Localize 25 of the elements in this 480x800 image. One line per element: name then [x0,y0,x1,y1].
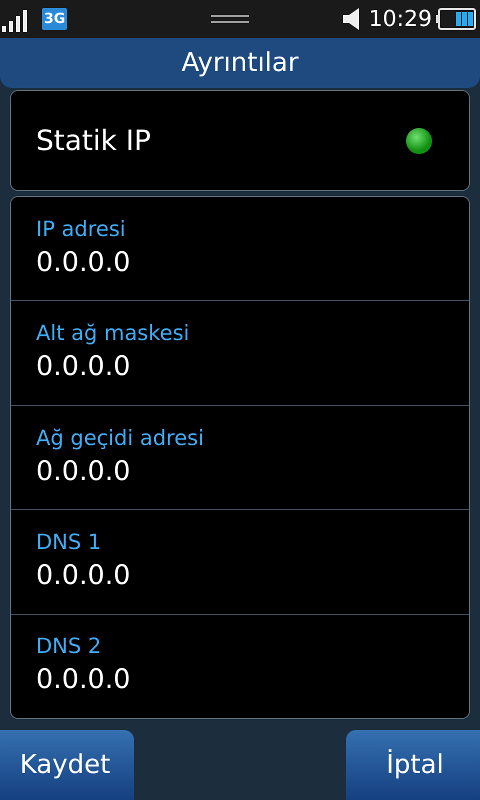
field-row[interactable]: DNS 1 0.0.0.0 [11,510,469,615]
field-label: DNS 2 [36,633,102,660]
battery-icon [436,8,476,30]
field-label: IP adresi [36,216,127,243]
field-row[interactable]: Alt ağ maskesi 0.0.0.0 [11,301,469,406]
field-label: Alt ağ maskesi [36,320,190,348]
static-ip-label: Statik IP [36,122,151,158]
field-row[interactable]: Ağ geçidi adresi 0.0.0.0 [11,406,469,510]
static-ip-row[interactable]: Statik IP [10,90,470,191]
field-value: 0.0.0.0 [36,350,132,384]
cancel-button[interactable]: İptal [346,730,480,800]
field-value: 0.0.0.0 [36,454,132,489]
speaker-icon [342,8,361,30]
save-button[interactable]: Kaydet [0,730,134,800]
drag-handle-icon[interactable] [211,15,250,23]
field-row[interactable]: DNS 2 0.0.0.0 [11,614,469,718]
field-value: 0.0.0.0 [36,558,132,593]
clock-time: 10:29 [368,6,432,34]
screen-title: Ayrıntılar [181,46,299,80]
field-value: 0.0.0.0 [36,663,132,698]
field-label: Ağ geçidi adresi [36,424,205,452]
field-value: 0.0.0.0 [36,246,132,280]
field-label: DNS 1 [36,528,102,556]
field-row[interactable]: IP adresi 0.0.0.0 [11,197,469,302]
network-type-badge: 3G [42,8,68,30]
